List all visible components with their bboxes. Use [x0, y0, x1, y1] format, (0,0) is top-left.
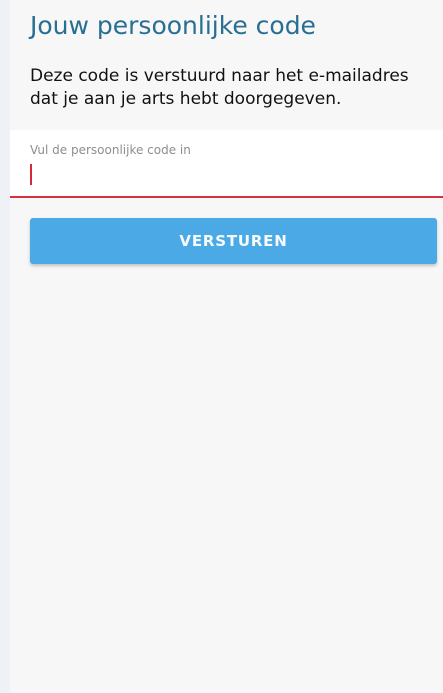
personal-code-label: Vul de persoonlijke code in	[30, 143, 191, 157]
error-underline	[10, 196, 443, 198]
text-cursor	[30, 164, 32, 185]
send-button[interactable]: VERSTUREN	[30, 218, 437, 264]
personal-code-input[interactable]	[30, 161, 420, 189]
personal-code-field[interactable]: Vul de persoonlijke code in	[10, 130, 443, 198]
instruction-text: Deze code is verstuurd naar het e-mailad…	[30, 66, 409, 109]
personal-code-screen: Jouw persoonlijke code Deze code is vers…	[0, 0, 443, 693]
page-title: Jouw persoonlijke code	[30, 11, 316, 40]
